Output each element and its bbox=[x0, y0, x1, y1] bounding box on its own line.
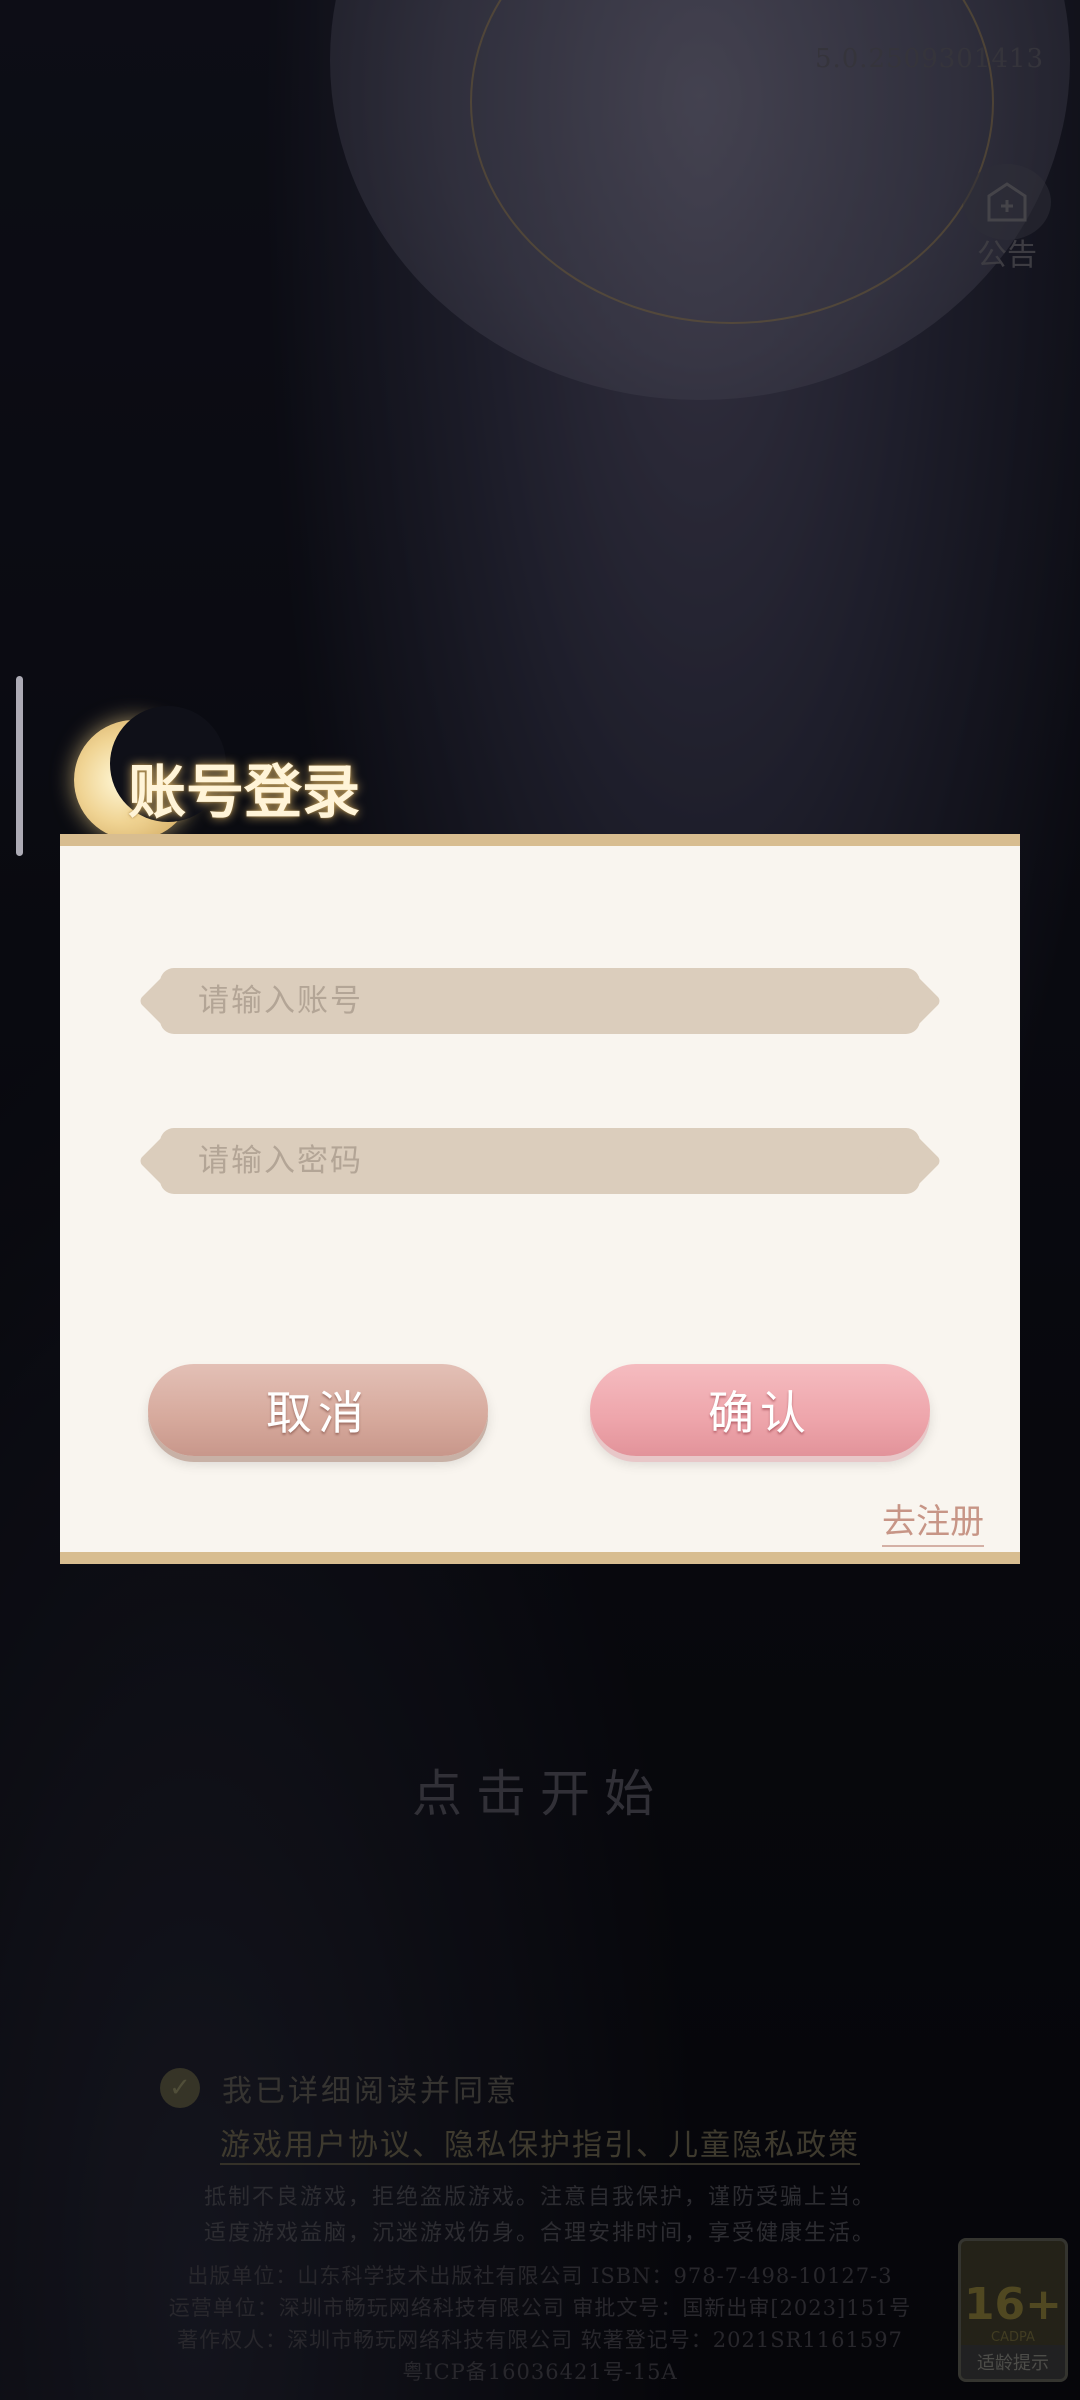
cancel-button[interactable]: 取消 bbox=[148, 1364, 488, 1456]
account-input[interactable] bbox=[196, 982, 860, 1020]
login-dialog: 取消 确认 去注册 bbox=[60, 834, 1020, 1564]
register-link[interactable]: 去注册 bbox=[882, 1494, 984, 1547]
confirm-button[interactable]: 确认 bbox=[590, 1364, 930, 1456]
password-input[interactable] bbox=[196, 1142, 860, 1180]
dialog-title: 账号登录 bbox=[128, 758, 361, 826]
account-field[interactable] bbox=[160, 968, 920, 1034]
side-scroll-indicator[interactable] bbox=[16, 676, 23, 856]
password-field[interactable] bbox=[160, 1128, 920, 1194]
